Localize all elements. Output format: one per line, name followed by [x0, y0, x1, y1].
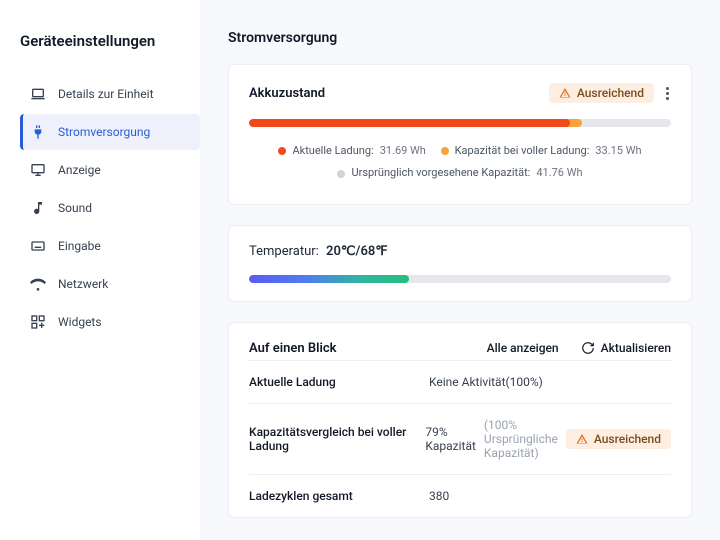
temperature-card: Temperatur: 20℃/68℉ — [228, 225, 692, 302]
main-content: Stromversorgung Akkuzustand Ausreichend … — [200, 0, 720, 540]
refresh-button[interactable]: Aktualisieren — [581, 341, 671, 355]
widgets-icon — [30, 314, 46, 330]
sidebar-item-label: Netzwerk — [58, 277, 108, 291]
sidebar-item-label: Eingabe — [58, 239, 101, 253]
sidebar-title: Geräteeinstellungen — [20, 32, 200, 50]
sidebar-item-power[interactable]: Stromversorgung — [20, 114, 200, 150]
battery-current-segment — [249, 119, 570, 127]
battery-card: Akkuzustand Ausreichend Aktuelle Ladung:… — [228, 64, 692, 205]
keyboard-icon — [30, 238, 46, 254]
sidebar-item-label: Details zur Einheit — [58, 87, 154, 101]
plug-icon — [30, 124, 46, 140]
refresh-icon — [581, 341, 595, 355]
battery-bar — [249, 119, 671, 127]
show-all-button[interactable]: Alle anzeigen — [487, 341, 559, 355]
sidebar-item-sound[interactable]: Sound — [20, 190, 200, 226]
sidebar-item-details[interactable]: Details zur Einheit — [20, 76, 200, 112]
sidebar-item-label: Anzeige — [58, 163, 101, 177]
glance-row-cycles: Ladezyklen gesamt 380 — [249, 474, 671, 517]
glance-title: Auf einen Blick — [249, 341, 336, 356]
glance-row-current: Aktuelle Ladung Keine Aktivität(100%) — [249, 360, 671, 403]
sidebar-item-display[interactable]: Anzeige — [20, 152, 200, 188]
glance-row-capacity: Kapazitätsvergleich bei voller Ladung 79… — [249, 403, 671, 474]
laptop-icon — [30, 86, 46, 102]
sidebar-item-network[interactable]: Netzwerk — [20, 266, 200, 302]
sidebar-nav: Details zur Einheit Stromversorgung Anze… — [20, 76, 200, 340]
sidebar: Geräteeinstellungen Details zur Einheit … — [0, 0, 200, 540]
warning-icon — [559, 87, 571, 99]
battery-title: Akkuzustand — [249, 86, 325, 101]
sidebar-item-label: Widgets — [58, 315, 102, 329]
battery-more-button[interactable] — [664, 85, 671, 102]
temperature-fill — [249, 275, 409, 283]
music-icon — [30, 200, 46, 216]
sidebar-item-label: Stromversorgung — [58, 125, 150, 139]
temperature-bar — [249, 275, 671, 283]
page-title: Stromversorgung — [228, 30, 692, 46]
sidebar-item-input[interactable]: Eingabe — [20, 228, 200, 264]
sidebar-item-widgets[interactable]: Widgets — [20, 304, 200, 340]
glance-card: Auf einen Blick Alle anzeigen Aktualisie… — [228, 322, 692, 518]
warning-icon — [576, 433, 588, 445]
capacity-status-badge: Ausreichend — [566, 429, 671, 449]
wifi-icon — [30, 276, 46, 292]
temperature-label: Temperatur: — [249, 244, 319, 259]
battery-legend: Aktuelle Ladung: 31.69 Wh Kapazität bei … — [249, 141, 671, 186]
battery-status-badge: Ausreichend — [549, 83, 654, 103]
monitor-icon — [30, 162, 46, 178]
temperature-value: 20℃/68℉ — [326, 244, 388, 259]
sidebar-item-label: Sound — [58, 201, 92, 215]
